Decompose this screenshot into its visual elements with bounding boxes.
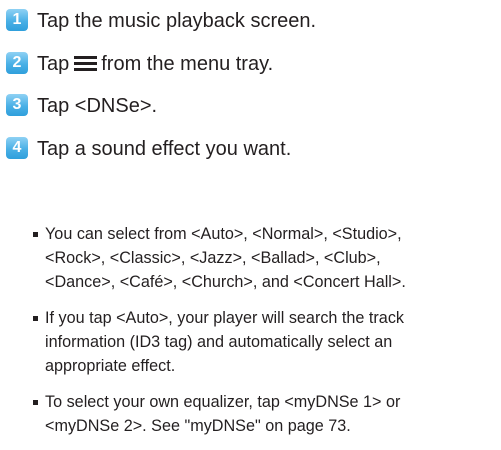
menu-icon xyxy=(74,55,98,71)
step-text-after: from the menu tray. xyxy=(101,53,274,75)
bullet-icon xyxy=(33,400,38,405)
step-text: Tap a sound effect you want. xyxy=(37,138,292,160)
step-number-badge: 2 xyxy=(6,52,28,74)
bullet-item: To select your own equalizer, tap <myDNS… xyxy=(0,390,501,438)
step-number-badge: 1 xyxy=(6,9,28,31)
step-3: 3 Tap <DNSe>. xyxy=(6,91,496,121)
bullet-icon xyxy=(33,316,38,321)
step-text: Tap from the menu tray. xyxy=(37,49,273,79)
bullet-text: To select your own equalizer, tap <myDNS… xyxy=(45,393,401,435)
step-1: 1 Tap the music playback screen. xyxy=(6,6,496,36)
bullet-list: You can select from <Auto>, <Normal>, <S… xyxy=(0,222,501,450)
step-list: 1 Tap the music playback screen. 2 Tap fr… xyxy=(6,0,496,164)
bullet-text: You can select from <Auto>, <Normal>, <S… xyxy=(45,225,406,291)
bullet-icon xyxy=(33,232,38,237)
bullet-text: If you tap <Auto>, your player will sear… xyxy=(45,309,405,375)
step-text: Tap the music playback screen. xyxy=(37,10,317,32)
step-number-badge: 3 xyxy=(6,94,28,116)
bullet-item: You can select from <Auto>, <Normal>, <S… xyxy=(0,222,501,294)
step-text-before: Tap xyxy=(37,53,70,75)
bullet-item: If you tap <Auto>, your player will sear… xyxy=(0,306,501,378)
step-number-badge: 4 xyxy=(6,137,28,159)
step-4: 4 Tap a sound effect you want. xyxy=(6,134,496,164)
step-text: Tap <DNSe>. xyxy=(37,95,158,117)
step-2: 2 Tap from the menu tray. xyxy=(6,49,496,79)
